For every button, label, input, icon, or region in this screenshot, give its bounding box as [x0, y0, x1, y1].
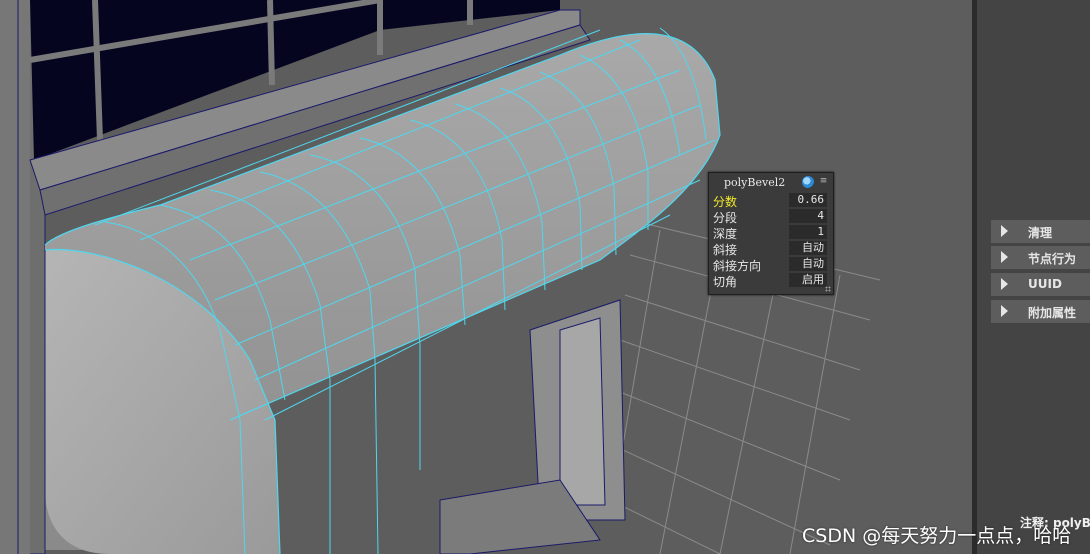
attr-row-miter-along[interactable]: 斜接方向 自动: [709, 256, 833, 273]
section-label: 清理: [1028, 226, 1053, 240]
toggle-sphere-icon[interactable]: [802, 176, 814, 188]
attr-row-fraction[interactable]: 分数 0.66: [709, 192, 833, 209]
attr-value-field[interactable]: 4: [789, 209, 827, 223]
attr-row-segments[interactable]: 分段 4: [709, 208, 833, 225]
attr-row-mitering[interactable]: 斜接 自动: [709, 240, 833, 257]
3d-viewport[interactable]: polyBevel2 ≡ 分数 0.66 分段 4 深度 1 斜接 自动 斜接方…: [0, 0, 972, 554]
inview-editor-polybevel[interactable]: polyBevel2 ≡ 分数 0.66 分段 4 深度 1 斜接 自动 斜接方…: [708, 172, 834, 295]
section-node-behavior[interactable]: 节点行为: [991, 246, 1090, 269]
attr-value-field[interactable]: 自动: [789, 241, 827, 255]
attr-value-field[interactable]: 自动: [789, 257, 827, 271]
resize-grip-icon[interactable]: [825, 286, 831, 292]
attr-value-field[interactable]: 0.66: [789, 193, 827, 207]
attr-row-chamfer[interactable]: 切角 启用: [709, 272, 833, 289]
expand-triangle-icon: [1001, 278, 1008, 290]
expand-triangle-icon: [1001, 305, 1008, 317]
attribute-editor-panel: 清理 节点行为 UUID 附加属性: [977, 0, 1090, 554]
section-uuid[interactable]: UUID: [991, 273, 1090, 296]
section-extra-attributes[interactable]: 附加属性: [991, 300, 1090, 323]
section-label: 节点行为: [1028, 252, 1077, 266]
section-label: 附加属性: [1028, 306, 1077, 320]
attr-value-field[interactable]: 启用: [789, 273, 827, 287]
menu-icon[interactable]: ≡: [819, 176, 828, 187]
expand-triangle-icon: [1001, 225, 1008, 237]
attr-value-field[interactable]: 1: [789, 225, 827, 239]
section-cleanup[interactable]: 清理: [991, 220, 1090, 243]
inview-editor-header[interactable]: polyBevel2 ≡: [709, 173, 833, 191]
section-label: UUID: [1028, 277, 1062, 291]
inview-editor-title: polyBevel2: [724, 176, 786, 189]
attr-row-depth[interactable]: 深度 1: [709, 224, 833, 241]
attr-label: 切角: [713, 275, 738, 289]
watermark-text: CSDN @每天努力一点点，哈哈: [802, 525, 1072, 547]
expand-triangle-icon: [1001, 251, 1008, 263]
